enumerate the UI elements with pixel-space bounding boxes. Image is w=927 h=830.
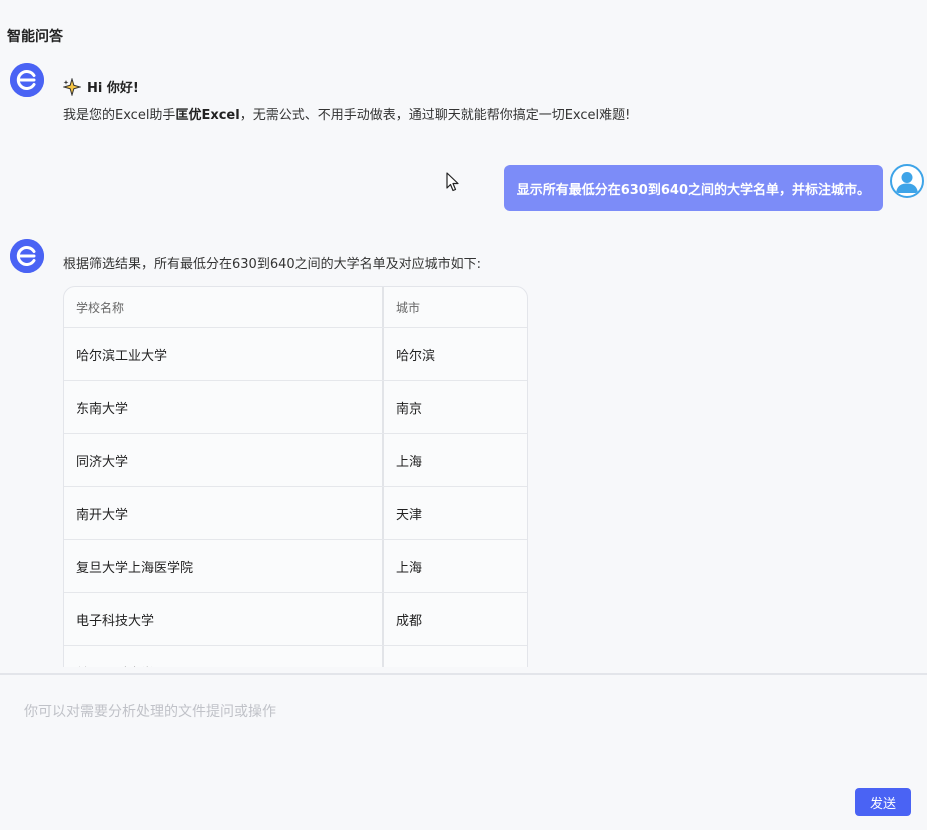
table-row: 电子科技大学 成都 [64,593,527,646]
school-name-cell: 南开大学 [64,487,384,539]
sparkle-icon [62,76,82,97]
table-row: 南开大学 天津 [64,487,527,540]
city-cell: 成都 [396,613,423,629]
greeting-title-text: Hi 你好! [87,81,139,96]
column-header-school: 学校名称 [64,287,384,327]
table-row: 同济大学 上海 [64,434,527,487]
city-cell: 上海 [396,560,423,576]
answer-intro-text: 根据筛选结果，所有最低分在630到640之间的大学名单及对应城市如下: [63,257,482,272]
greeting-text-before: 我是您的Excel助手 [63,108,176,123]
mouse-cursor-icon [446,172,459,192]
page-title: 智能问答 [7,29,63,45]
city-cell: 上海 [396,454,423,470]
greeting-message: 我是您的Excel助手匡优Excel，无需公式、不用手动做表，通过聊天就能帮你搞… [63,104,630,123]
brand-name: 匡优Excel [175,108,240,123]
school-name-cell: 哈尔滨工业大学 [64,328,384,380]
school-name-cell: 首都医科大学 [64,646,384,667]
school-name-cell: 东南大学 [64,381,384,433]
table-header-row: 学校名称 城市 [64,287,527,328]
school-name-cell: 电子科技大学 [64,593,384,645]
result-table: 学校名称 城市 哈尔滨工业大学 哈尔滨 东南大学 南京 同济大学 上海 南开大学… [63,286,528,667]
table-row: 首都医科大学 北京 [64,646,527,667]
greeting-text-after: ，无需公式、不用手动做表，通过聊天就能帮你搞定一切Excel难题! [239,108,631,123]
school-name-cell: 同济大学 [64,434,384,486]
city-cell: 北京 [384,646,525,668]
column-header-city: 城市 [396,300,421,315]
city-cell: 哈尔滨 [396,348,436,364]
question-input[interactable] [10,695,910,785]
user-avatar-icon [890,164,924,198]
table-row: 复旦大学上海医学院 上海 [64,540,527,593]
user-message-bubble: 显示所有最低分在630到640之间的大学名单，并标注城市。 [503,165,883,211]
chat-messages: Hi 你好! 我是您的Excel助手匡优Excel，无需公式、不用手动做表，通过… [0,55,927,667]
table-row: 东南大学 南京 [64,381,527,434]
school-name-cell: 复旦大学上海医学院 [64,540,384,592]
bot-avatar-icon [10,63,44,97]
bot-avatar-icon [10,239,44,273]
city-cell: 天津 [396,507,423,523]
send-button[interactable]: 发送 [855,788,911,816]
input-panel: 发送 [0,675,927,830]
greeting-title: Hi 你好! [62,76,139,97]
city-cell: 南京 [396,401,423,417]
table-row: 哈尔滨工业大学 哈尔滨 [64,328,527,381]
